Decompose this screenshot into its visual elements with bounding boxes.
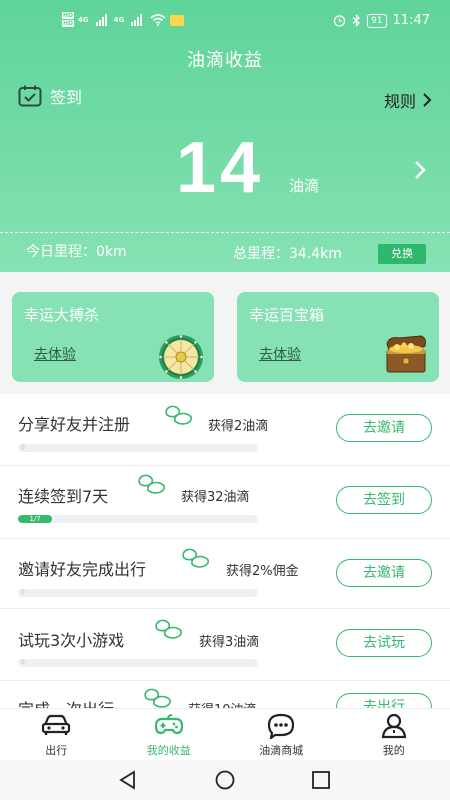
progress-text: 0 (21, 444, 25, 451)
task-title: 试玩3次小游戏 (18, 631, 125, 650)
recents-icon[interactable] (311, 770, 331, 790)
oil-drop-icon (155, 619, 182, 639)
tab-oil-mall[interactable]: 油滴商城 (225, 709, 338, 760)
task-item: 完成一次出行 获得10油滴 去出行 (0, 681, 450, 708)
try-game-button[interactable]: 去试玩 (336, 629, 432, 657)
task-item: 试玩3次小游戏 获得3油滴 0 去试玩 (0, 609, 450, 681)
invite-button[interactable]: 去邀请 (336, 559, 432, 587)
header-banner: HD HD 4G 4G 91 11:47 油滴收益 签到 规则 14 油滴 今日… (0, 0, 450, 272)
task-reward: 获得2油滴 (208, 419, 269, 434)
battery-indicator: 91 (367, 13, 387, 28)
tab-label: 我的 (382, 744, 405, 757)
task-progress-bar: 0 (18, 444, 258, 452)
alarm-icon (333, 15, 346, 27)
status-right: 91 11:47 (333, 13, 430, 28)
wifi-icon (150, 14, 166, 26)
card-title: 幸运百宝箱 (249, 306, 325, 324)
task-title: 完成一次出行 (18, 696, 114, 708)
progress-text: 0 (21, 589, 25, 596)
card-link[interactable]: 去体验 (34, 344, 76, 364)
tab-my-earnings[interactable]: 我的收益 (113, 709, 226, 760)
page-title: 油滴收益 (187, 50, 263, 71)
balance-value: 14 (176, 128, 265, 208)
task-title: 连续签到7天 (18, 487, 109, 506)
home-icon[interactable] (215, 770, 235, 790)
checkin-task-button[interactable]: 去签到 (336, 486, 432, 514)
person-icon (381, 713, 406, 739)
checkin-button[interactable]: 签到 (18, 84, 82, 108)
progress-text: 0 (21, 659, 25, 666)
oil-drop-icon (138, 474, 165, 494)
calendar-icon (18, 85, 42, 107)
oil-drop-icon (182, 548, 209, 568)
task-item: 邀请好友完成出行 获得2%佣金 0 去邀请 (0, 539, 450, 609)
lucky-spin-card[interactable]: 幸运大搏杀 去体验 (12, 292, 214, 382)
total-mileage: 总里程：34.4km (233, 246, 342, 262)
gamepad-icon (154, 714, 183, 735)
travel-button[interactable]: 去出行 (336, 693, 432, 708)
signal-icon (95, 14, 107, 26)
chevron-right-icon (423, 93, 432, 107)
hd-badge-top: HD (62, 12, 75, 19)
header-divider (0, 232, 450, 233)
task-list: 分享好友并注册 获得2油滴 0 去邀请 连续签到7天 获得32油滴 1/7 去签… (0, 394, 450, 708)
tab-label: 出行 (45, 744, 68, 757)
status-left: HD HD 4G 4G (62, 12, 185, 28)
bottom-tab-bar: 出行 我的收益 油滴商城 我的 (0, 708, 450, 760)
status-bar: HD HD 4G 4G 91 11:47 (0, 0, 450, 44)
chat-bubble-icon (268, 713, 295, 739)
card-link[interactable]: 去体验 (259, 344, 301, 364)
system-navigation-bar (0, 760, 450, 800)
hd-badge-bottom: HD (62, 20, 75, 27)
notification-icon (170, 14, 185, 26)
network-type-2: 4G (113, 16, 125, 24)
treasure-box-card[interactable]: 幸运百宝箱 去体验 (237, 292, 439, 382)
today-mileage: 今日里程：0km (26, 244, 127, 260)
task-progress-bar: 1/7 (18, 515, 258, 523)
back-icon[interactable] (118, 770, 138, 790)
card-title: 幸运大搏杀 (24, 306, 100, 324)
progress-text: 1/7 (29, 515, 41, 523)
tab-label: 我的收益 (146, 744, 191, 757)
invite-button[interactable]: 去邀请 (336, 414, 432, 442)
tab-mine[interactable]: 我的 (338, 709, 450, 760)
hd-badges: HD HD (62, 12, 75, 28)
signal-icon-2 (131, 14, 143, 26)
tab-label: 油滴商城 (259, 744, 304, 757)
task-reward: 获得3油滴 (199, 635, 260, 650)
checkin-label: 签到 (50, 88, 83, 107)
task-reward: 获得10油滴 (188, 699, 257, 708)
task-progress-bar: 0 (18, 659, 258, 667)
rules-label: 规则 (383, 92, 416, 111)
oil-drop-icon (165, 405, 192, 425)
rules-link[interactable]: 规则 (384, 88, 432, 112)
balance-unit: 油滴 (289, 177, 320, 195)
treasure-chest-icon (386, 335, 426, 373)
task-reward: 获得32油滴 (181, 490, 250, 505)
wheel-icon (159, 335, 203, 379)
task-item: 分享好友并注册 获得2油滴 0 去邀请 (0, 394, 450, 466)
progress-fill: 1/7 (18, 515, 53, 523)
car-icon (42, 714, 71, 735)
task-reward: 获得2%佣金 (226, 564, 299, 579)
task-item: 连续签到7天 获得32油滴 1/7 去签到 (0, 466, 450, 539)
network-type-1: 4G (78, 16, 89, 24)
clock: 11:47 (392, 13, 430, 28)
bluetooth-icon (352, 14, 360, 27)
oil-drop-icon (144, 688, 171, 708)
balance-detail-arrow-icon[interactable] (414, 160, 426, 180)
task-title: 邀请好友完成出行 (18, 560, 147, 579)
task-progress-bar: 0 (18, 589, 258, 597)
task-title: 分享好友并注册 (18, 415, 131, 434)
tab-travel[interactable]: 出行 (0, 709, 113, 760)
exchange-button[interactable]: 兑换 (378, 244, 426, 264)
